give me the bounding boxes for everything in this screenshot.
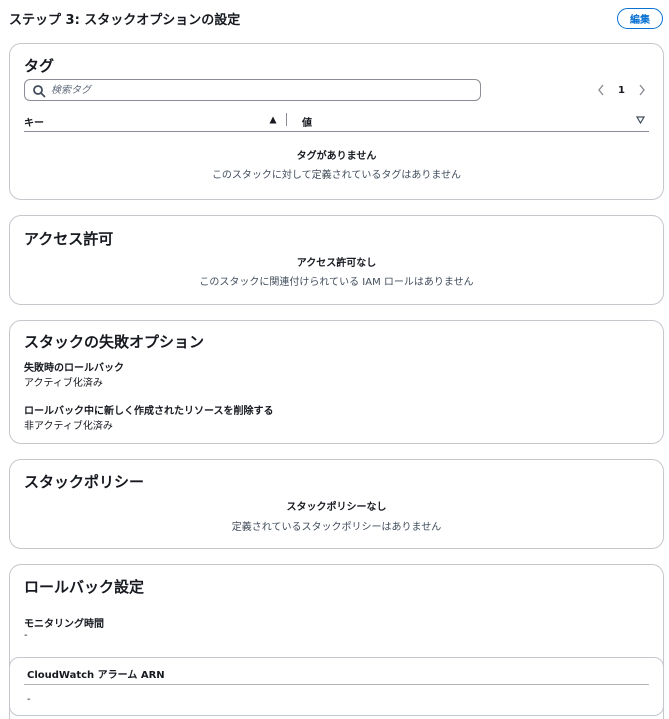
column-resizer[interactable]: [286, 113, 287, 126]
rollback-on-failure-value: アクティブ化済み: [24, 378, 103, 389]
stack-policy-panel: スタックポリシー スタックポリシーなし 定義されているスタックポリシーはありませ…: [9, 459, 664, 549]
page-number[interactable]: 1: [618, 85, 625, 96]
edit-button[interactable]: 編集: [617, 8, 663, 29]
permissions-panel-title: アクセス許可: [24, 230, 114, 248]
permissions-empty-description: このスタックに関連付けられている IAM ロールはありません: [199, 277, 474, 288]
column-header-key[interactable]: キー: [24, 114, 44, 129]
delete-new-resources-value: 非アクティブ化済み: [24, 421, 113, 432]
permissions-empty-title: アクセス許可なし: [296, 258, 377, 269]
column-header-value[interactable]: 値: [302, 114, 312, 129]
tags-panel-title: タグ: [24, 57, 55, 75]
cloudwatch-alarm-table: CloudWatch アラーム ARN -: [9, 657, 664, 716]
failure-options-title: スタックの失敗オプション: [24, 333, 205, 351]
stack-options-review: ステップ 3: スタックオプションの設定 編集 タグ 1 キー: [0, 0, 669, 719]
tag-search-input[interactable]: [51, 82, 471, 98]
monitoring-time-value: -: [24, 630, 28, 641]
rollback-config-title: ロールバック設定: [24, 578, 145, 596]
tags-empty-title: タグがありません: [296, 151, 377, 162]
stack-policy-title: スタックポリシー: [24, 473, 145, 491]
chevron-left-icon[interactable]: [596, 83, 606, 97]
stack-policy-empty-title: スタックポリシーなし: [286, 502, 387, 513]
sort-ascending-icon[interactable]: [269, 116, 277, 124]
monitoring-time-label: モニタリング時間: [24, 619, 104, 630]
stack-policy-empty-description: 定義されているスタックポリシーはありません: [231, 522, 442, 533]
sort-descending-icon[interactable]: [636, 116, 645, 124]
delete-new-resources-label: ロールバック中に新しく作成されたリソースを削除する: [24, 406, 274, 417]
step-header: ステップ 3: スタックオプションの設定 編集: [9, 8, 663, 30]
chevron-right-icon[interactable]: [637, 83, 647, 97]
tags-table-header: キー 値: [24, 110, 649, 132]
tags-empty-description: このスタックに対して定義されているタグはありません: [211, 170, 462, 181]
alarm-arn-value: -: [27, 694, 31, 705]
permissions-panel: アクセス許可 アクセス許可なし このスタックに関連付けられている IAM ロール…: [9, 215, 664, 305]
tags-pagination: 1: [596, 82, 647, 98]
alarm-arn-column-header: CloudWatch アラーム ARN: [27, 670, 165, 681]
step-title: ステップ 3: スタックオプションの設定: [9, 13, 241, 28]
failure-options-panel: スタックの失敗オプション 失敗時のロールバック アクティブ化済み ロールバック中…: [9, 320, 664, 444]
tag-search-box[interactable]: [24, 79, 481, 101]
rollback-on-failure-label: 失敗時のロールバック: [24, 363, 124, 374]
alarm-table-divider: [24, 684, 649, 685]
search-icon: [33, 85, 46, 98]
tags-panel: タグ 1 キー 値: [9, 43, 664, 200]
